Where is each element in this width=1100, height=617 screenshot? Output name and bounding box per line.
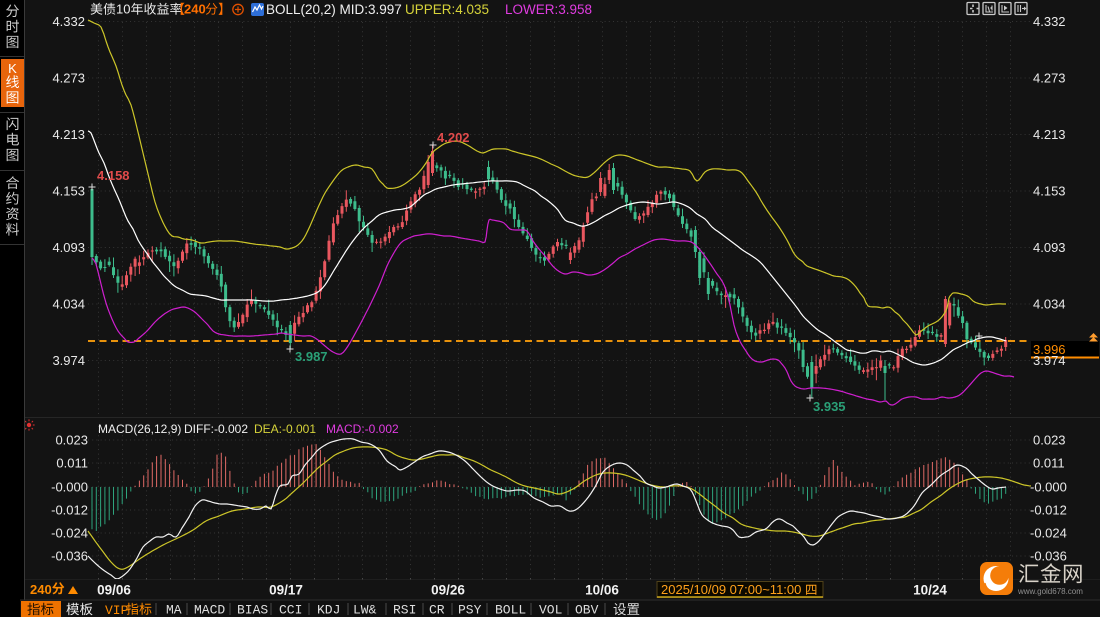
svg-text:-0.036: -0.036 — [1030, 549, 1067, 564]
svg-text:PSY: PSY — [458, 603, 482, 617]
svg-text:DIFF:-0.002: DIFF:-0.002 — [184, 422, 248, 436]
svg-text:4.093: 4.093 — [52, 240, 85, 255]
svg-text:VOL: VOL — [539, 603, 562, 617]
svg-text:MACD: MACD — [194, 603, 225, 617]
svg-text:KDJ: KDJ — [317, 603, 340, 617]
svg-text:-0.000: -0.000 — [1030, 480, 1067, 495]
svg-text:-0.024: -0.024 — [51, 526, 88, 541]
svg-text:2025/10/09 07:00~11:00: 2025/10/09 07:00~11:00 — [661, 582, 801, 597]
svg-text:3.935: 3.935 — [813, 399, 846, 414]
svg-text:OBV: OBV — [575, 603, 599, 617]
svg-text:BOLL(20,2) MID:3.997: BOLL(20,2) MID:3.997 — [266, 2, 402, 17]
svg-text:4.213: 4.213 — [52, 127, 85, 142]
svg-text:-0.012: -0.012 — [51, 503, 88, 518]
svg-text:MACD(26,12,9): MACD(26,12,9) — [98, 422, 181, 436]
svg-text:3.974: 3.974 — [1033, 353, 1066, 368]
svg-text:K: K — [8, 61, 17, 76]
svg-text:10/24: 10/24 — [913, 583, 947, 598]
svg-text:RSI: RSI — [393, 603, 416, 617]
svg-text:-0.012: -0.012 — [1030, 503, 1067, 518]
svg-text:240: 240 — [184, 2, 206, 17]
svg-text:CR: CR — [429, 603, 445, 617]
svg-text:-0.000: -0.000 — [51, 480, 88, 495]
svg-text:4.034: 4.034 — [52, 297, 85, 312]
svg-text:4.332: 4.332 — [1033, 14, 1066, 29]
svg-text:UPPER:4.035: UPPER:4.035 — [405, 2, 489, 17]
svg-text:MA: MA — [166, 603, 182, 617]
svg-text:09/26: 09/26 — [431, 583, 465, 598]
svg-text:LOWER:3.958: LOWER:3.958 — [505, 2, 592, 17]
svg-text:0.011: 0.011 — [1033, 456, 1065, 471]
svg-text:MACD:-0.002: MACD:-0.002 — [326, 422, 399, 436]
svg-text:3.987: 3.987 — [295, 349, 328, 364]
svg-text:10: 10 — [116, 2, 130, 17]
svg-text:VIP: VIP — [105, 603, 129, 617]
svg-text:0.023: 0.023 — [1033, 433, 1066, 448]
svg-text:4.153: 4.153 — [1033, 184, 1066, 199]
svg-text:0.023: 0.023 — [55, 433, 88, 448]
svg-text:4.034: 4.034 — [1033, 297, 1066, 312]
svg-text:CCI: CCI — [279, 603, 302, 617]
svg-text:4.273: 4.273 — [1033, 71, 1066, 86]
svg-text:LW&: LW& — [353, 603, 377, 617]
svg-text:4.093: 4.093 — [1033, 240, 1066, 255]
svg-text:4.213: 4.213 — [1033, 127, 1066, 142]
svg-text:DEA:-0.001: DEA:-0.001 — [254, 422, 316, 436]
svg-text:10/06: 10/06 — [585, 583, 619, 598]
svg-text:09/17: 09/17 — [269, 583, 303, 598]
svg-text:0.011: 0.011 — [56, 456, 88, 471]
svg-text:4.158: 4.158 — [97, 168, 130, 183]
svg-text:BIAS: BIAS — [237, 603, 268, 617]
svg-text:4.153: 4.153 — [52, 184, 85, 199]
svg-text:4.332: 4.332 — [52, 14, 85, 29]
svg-text:-0.024: -0.024 — [1030, 526, 1067, 541]
svg-text:BOLL: BOLL — [495, 603, 526, 617]
svg-text:240: 240 — [30, 582, 52, 597]
svg-text:4.202: 4.202 — [437, 130, 470, 145]
svg-text:4.273: 4.273 — [52, 71, 85, 86]
svg-text:www.gold678.com: www.gold678.com — [1017, 587, 1083, 596]
svg-text:09/06: 09/06 — [97, 583, 131, 598]
svg-text:-0.036: -0.036 — [51, 549, 88, 564]
svg-text:3.974: 3.974 — [52, 353, 85, 368]
